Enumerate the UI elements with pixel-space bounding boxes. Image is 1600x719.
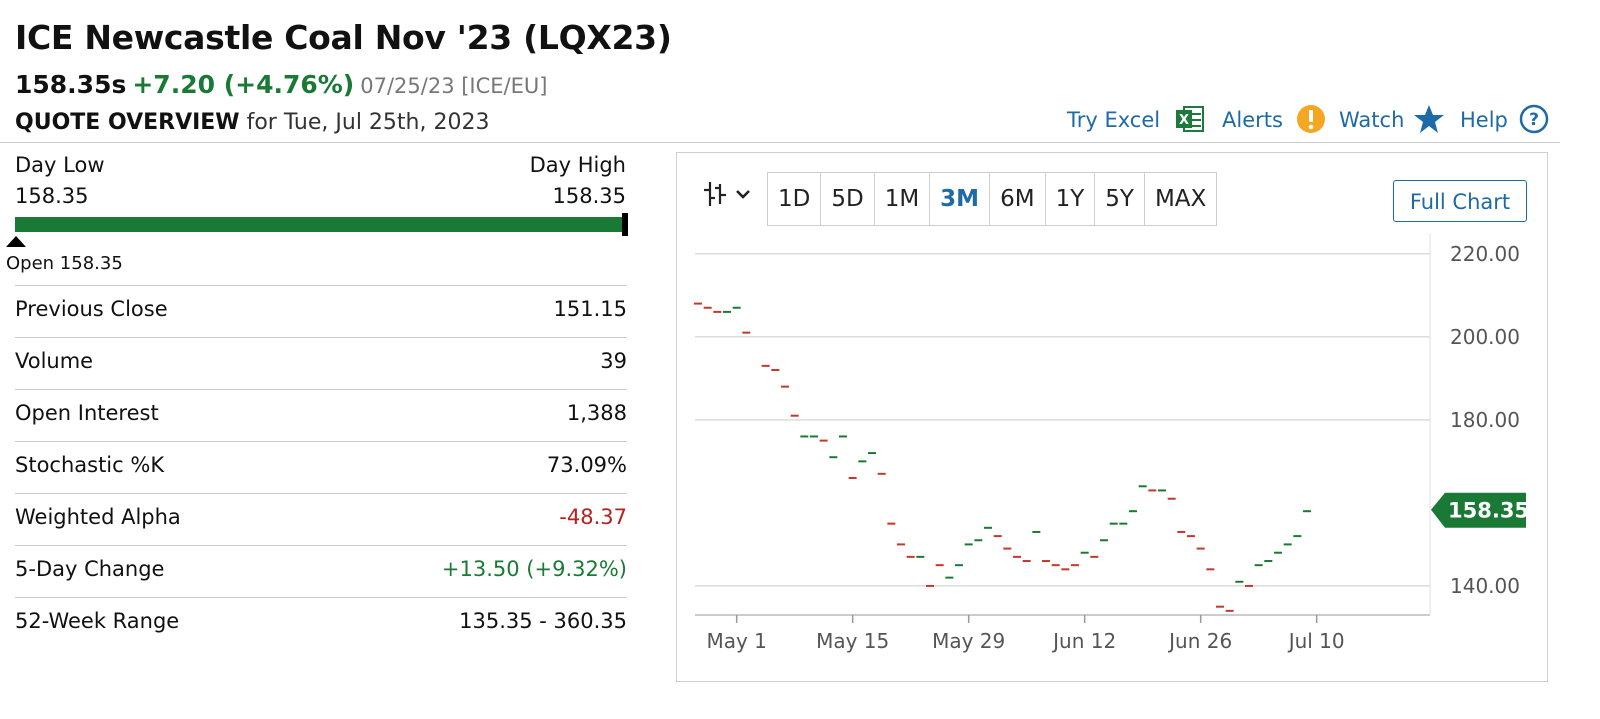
day-low-value: 158.35 (15, 184, 89, 208)
alerts-label: Alerts (1222, 108, 1283, 132)
timeframe-5d[interactable]: 5D (821, 173, 875, 225)
page-title: ICE Newcastle Coal Nov '23 (LQX23) (15, 18, 672, 57)
stat-value: 39 (600, 349, 627, 373)
table-row: Open Interest 1,388 (15, 389, 627, 441)
ohlc-bars-icon (704, 182, 726, 206)
table-row: Stochastic %K 73.09% (15, 441, 627, 493)
table-row: 5-Day Change +13.50 (+9.32%) (15, 545, 627, 597)
try-excel-link[interactable]: Try Excel X (1067, 106, 1205, 133)
timeframe-selector: 1D 5D 1M 3M 6M 1Y 5Y MAX (767, 172, 1218, 226)
price-change: +7.20 (+4.76%) (132, 70, 355, 99)
stat-value: -48.37 (559, 505, 627, 529)
timeframe-1d[interactable]: 1D (768, 173, 822, 225)
stat-value: 73.09% (546, 453, 627, 477)
watch-label: Watch (1339, 108, 1405, 132)
timeframe-3m[interactable]: 3M (930, 173, 991, 225)
day-low-label: Day Low (15, 153, 105, 177)
day-range-bar (15, 217, 627, 232)
help-icon: ? (1519, 104, 1548, 134)
chart-panel (676, 152, 1548, 682)
stat-label: Previous Close (15, 297, 168, 321)
help-label: Help (1460, 108, 1508, 132)
day-high-label: Day High (529, 153, 626, 177)
svg-text:X: X (1179, 113, 1189, 128)
star-icon (1414, 105, 1445, 133)
header-divider (0, 142, 1560, 143)
full-chart-button[interactable]: Full Chart (1393, 180, 1527, 222)
try-excel-label: Try Excel (1067, 108, 1161, 132)
stat-label: 52-Week Range (15, 609, 180, 633)
watch-link[interactable]: Watch (1339, 105, 1445, 134)
quote-overview-date: for Tue, Jul 25th, 2023 (246, 110, 490, 135)
table-row: Volume 39 (15, 337, 627, 389)
help-link[interactable]: Help ? (1460, 104, 1549, 134)
stat-value: +13.50 (+9.32%) (441, 557, 627, 581)
stat-label: Weighted Alpha (15, 505, 181, 529)
day-range-marker-end (622, 213, 628, 236)
price-line: 158.35s +7.20 (+4.76%) 07/25/23 [ICE/EU] (15, 70, 547, 99)
last-price: 158.35s (15, 70, 127, 99)
timeframe-max[interactable]: MAX (1145, 173, 1216, 225)
stat-value: 135.35 - 360.35 (459, 609, 627, 633)
excel-icon: X (1175, 106, 1204, 132)
chevron-down-icon (736, 190, 750, 199)
stat-label: Stochastic %K (15, 453, 165, 477)
open-marker (6, 236, 26, 247)
day-high-value: 158.35 (552, 184, 626, 208)
timeframe-6m[interactable]: 6M (990, 173, 1046, 225)
alert-icon (1296, 105, 1325, 133)
chart-type-dropdown[interactable] (702, 180, 751, 208)
timeframe-1m[interactable]: 1M (875, 173, 931, 225)
quote-overview-heading: QUOTE OVERVIEW for Tue, Jul 25th, 2023 (15, 110, 489, 135)
stat-label: 5-Day Change (15, 557, 165, 581)
stat-label: Volume (15, 349, 94, 373)
open-price: Open 158.35 (6, 253, 123, 274)
alerts-link[interactable]: Alerts (1222, 105, 1326, 134)
svg-text:?: ? (1529, 110, 1539, 130)
stat-value: 151.15 (553, 297, 627, 321)
stat-label: Open Interest (15, 401, 159, 425)
timeframe-5y[interactable]: 5Y (1095, 173, 1145, 225)
table-row: 52-Week Range 135.35 - 360.35 (15, 597, 627, 649)
table-row: Previous Close 151.15 (15, 285, 627, 337)
timeframe-1y[interactable]: 1Y (1046, 173, 1096, 225)
stat-value: 1,388 (566, 401, 627, 425)
table-row: Weighted Alpha -48.37 (15, 493, 627, 545)
quote-overview-label: QUOTE OVERVIEW (15, 110, 240, 135)
price-date: 07/25/23 [ICE/EU] (360, 74, 548, 98)
